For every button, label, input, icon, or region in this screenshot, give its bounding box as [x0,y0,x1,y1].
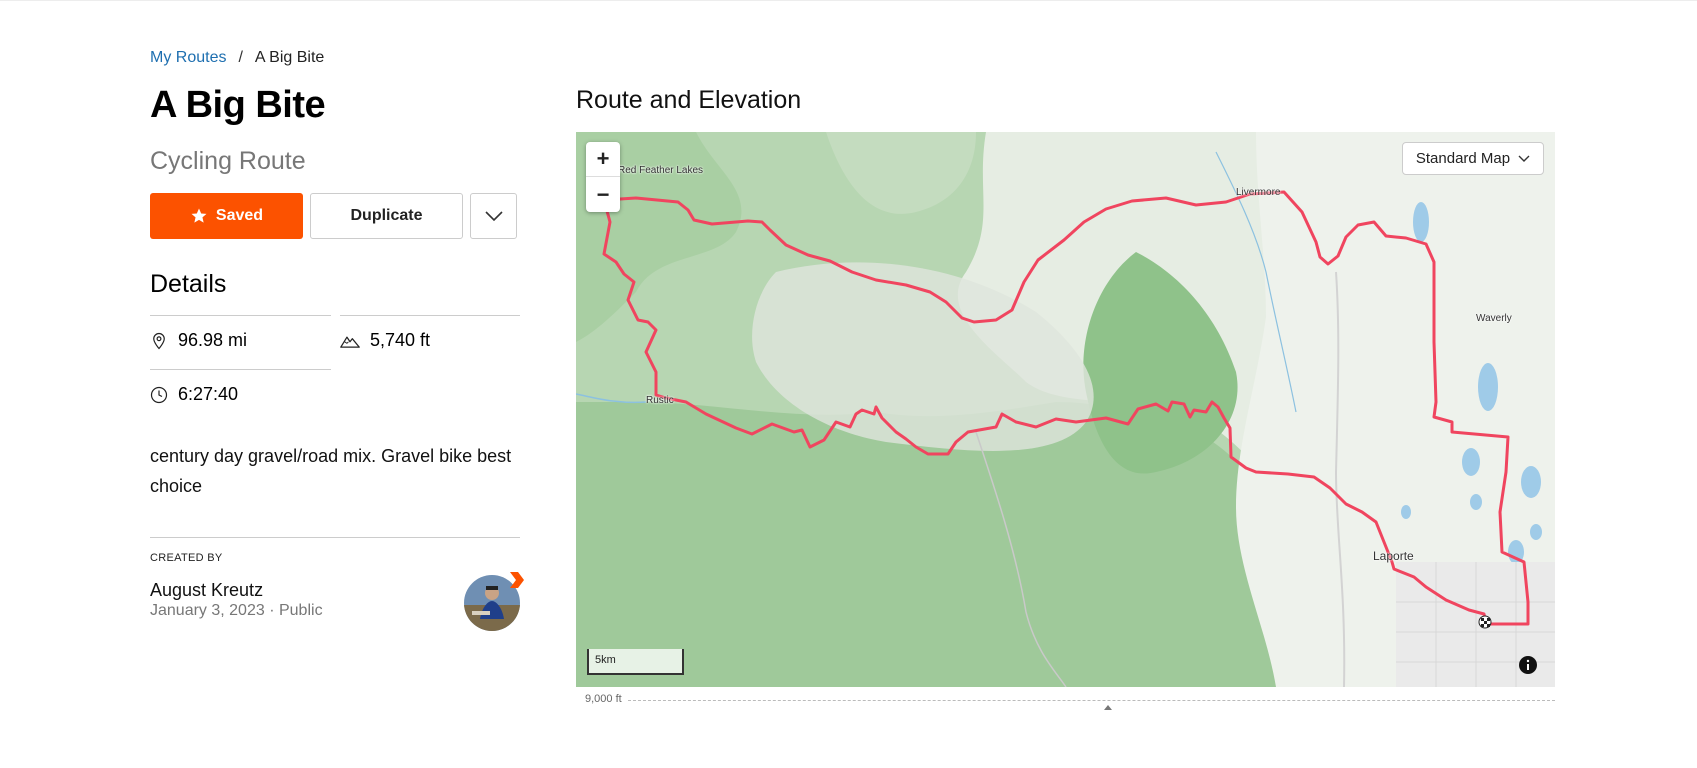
elevation-axis-label: 9,000 ft [585,693,622,705]
map-style-select[interactable]: Standard Map [1402,142,1544,175]
route-elevation-heading: Route and Elevation [576,86,802,114]
route-map[interactable]: Red Feather Lakes Livermore Waverly Rust… [576,132,1555,687]
duplicate-button[interactable]: Duplicate [310,193,463,239]
chevron-down-icon [484,211,503,222]
saved-button[interactable]: Saved [150,193,303,239]
map-label-rustic: Rustic [646,395,674,406]
moving-time-stat: 6:27:40 [150,369,331,415]
page-title: A Big Bite [150,84,326,126]
info-icon[interactable] [1519,656,1537,674]
location-pin-icon [153,332,165,349]
elevation-stat: 5,740 ft [340,315,520,361]
moving-time-value: 6:27:40 [178,384,239,404]
saved-button-label: Saved [215,207,264,224]
map-scale: 5km [587,649,684,675]
route-description: century day gravel/road mix. Gravel bike… [150,446,512,496]
elevation-marker [1104,705,1112,710]
map-style-label: Standard Map [1415,150,1511,167]
breadcrumb-separator: / [238,49,243,66]
distance-value: 96.98 mi [178,330,248,350]
zoom-in-button[interactable]: + [586,142,620,177]
creator-name[interactable]: August Kreutz [150,580,263,601]
creator-divider [150,537,520,538]
star-icon [191,208,207,223]
action-buttons: Saved Duplicate [150,193,517,239]
chevron-down-icon [1518,155,1530,162]
map-label-livermore: Livermore [1236,187,1281,198]
top-divider [0,0,1697,1]
mountain-icon [340,336,360,348]
more-actions-button[interactable] [470,193,517,239]
subscriber-badge-icon [510,572,524,588]
map-terrain [576,132,1555,687]
zoom-controls: + − [586,142,620,212]
meta-dot: · [269,602,279,619]
created-date: January 3, 2023 [150,602,265,619]
visibility-label: Public [278,602,323,619]
details-heading: Details [150,270,227,298]
distance-stat: 96.98 mi [150,315,331,361]
elevation-gridline [628,700,1555,701]
creator-meta: January 3, 2023 · Public [150,602,323,620]
clock-icon [150,386,168,403]
elevation-gain-value: 5,740 ft [370,330,431,350]
map-label-waverly: Waverly [1476,313,1512,324]
map-label-red-feather-lakes: Red Feather Lakes [618,165,704,176]
breadcrumb: My Routes / A Big Bite [150,49,324,67]
map-label-laporte: Laporte [1373,549,1414,563]
zoom-out-button[interactable]: − [586,177,620,212]
created-by-label: CREATED BY [150,552,223,564]
breadcrumb-current: A Big Bite [254,49,325,66]
breadcrumb-my-routes-link[interactable]: My Routes [150,49,226,67]
route-type: Cycling Route [150,147,306,175]
